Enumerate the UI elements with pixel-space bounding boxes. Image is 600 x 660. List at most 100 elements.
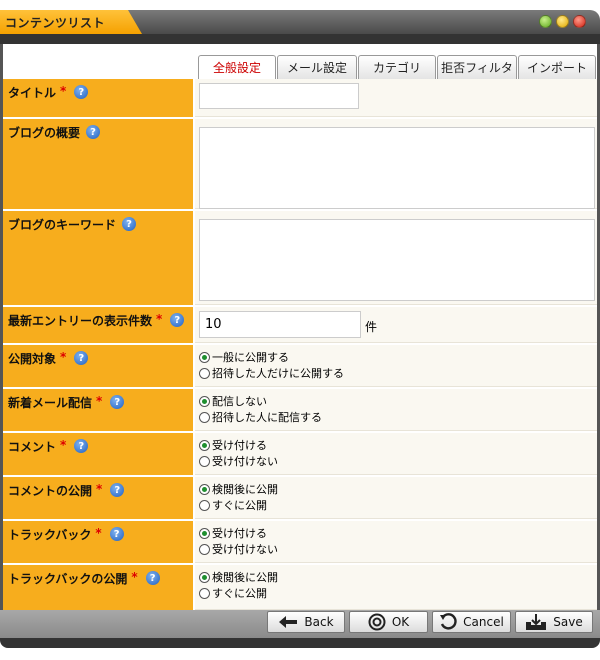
app-window: コンテンツリスト 全般設定 メール設定 カテゴリ 拒否フィルタ インポート タイ… [0,10,600,648]
radio-option[interactable]: 受け付ける [199,525,278,541]
radio-button[interactable] [199,527,210,539]
field-value: 検閲後に公開 すぐに公開 [195,565,597,610]
help-icon[interactable]: ? [74,439,89,453]
help-icon[interactable]: ? [170,313,185,327]
keywords-textarea[interactable] [199,219,595,301]
tab-label: インポート [526,61,587,75]
radio-button[interactable] [199,543,210,555]
tab-import[interactable]: インポート [518,55,596,79]
maximize-button[interactable] [556,15,569,28]
comment-publish-radio-group: 検閲後に公開 すぐに公開 [199,481,278,513]
row-new-mail: 新着メール配信 *? 配信しない 招待した人に配信する [3,389,597,433]
tab-mail[interactable]: メール設定 [277,55,357,79]
field-value: 一般に公開する 招待した人だけに公開する [195,345,597,387]
new-mail-radio-group: 配信しない 招待した人に配信する [199,393,322,425]
radio-option[interactable]: 招待した人に配信する [199,409,322,425]
save-button[interactable]: Save [515,611,593,633]
radio-button[interactable] [199,587,210,599]
title-bar: コンテンツリスト [0,10,600,34]
row-trackback-publish: トラックバックの公開 *? 検閲後に公開 すぐに公開 [3,565,597,610]
trackback-radio-group: 受け付ける 受け付けない [199,525,278,557]
required-mark: * [131,570,138,584]
help-icon[interactable]: ? [145,571,160,585]
field-label: コメントの公開 *? [3,477,193,519]
visibility-radio-group: 一般に公開する 招待した人だけに公開する [199,349,344,381]
radio-option[interactable]: 受け付けない [199,453,278,469]
radio-option[interactable]: すぐに公開 [199,497,278,513]
help-icon[interactable]: ? [74,351,89,365]
field-label: 新着メール配信 *? [3,389,193,431]
row-title: タイトル *? [3,79,597,119]
tab-bar: 全般設定 メール設定 カテゴリ 拒否フィルタ インポート [198,55,597,79]
field-value: 受け付ける 受け付けない [195,433,597,475]
radio-option[interactable]: すぐに公開 [199,585,278,601]
radio-option[interactable]: 招待した人だけに公開する [199,365,344,381]
help-icon[interactable]: ? [110,395,125,409]
radio-label: 受け付けない [212,455,278,468]
cancel-button[interactable]: Cancel [432,611,511,633]
help-icon[interactable]: ? [86,125,101,139]
tab-reject-filter[interactable]: 拒否フィルタ [437,55,517,79]
label-text: タイトル [8,86,57,100]
field-label: トラックバックの公開 *? [3,565,193,610]
radio-button[interactable] [199,499,210,511]
help-icon[interactable]: ? [109,527,124,541]
radio-option[interactable]: 一般に公開する [199,349,344,365]
minimize-button[interactable] [539,15,552,28]
tab-label: 拒否フィルタ [441,61,513,75]
entry-count-input[interactable] [199,311,361,338]
settings-panel: 全般設定 メール設定 カテゴリ 拒否フィルタ インポート タイトル *? ブログ… [3,44,597,610]
field-value [195,79,597,117]
close-button[interactable] [573,15,586,28]
row-trackback: トラックバック *? 受け付ける 受け付けない [3,521,597,565]
label-text: 公開対象 [8,352,57,366]
field-value [195,211,597,305]
field-value: 件 [195,307,597,343]
ok-button[interactable]: OK [349,611,428,633]
summary-textarea[interactable] [199,127,595,209]
row-keywords: ブログのキーワード? [3,211,597,307]
label-text: ブログのキーワード [8,218,117,232]
button-label: OK [391,615,410,629]
radio-button[interactable] [199,571,210,583]
required-mark: * [60,438,67,452]
undo-icon [439,613,457,631]
radio-button[interactable] [199,483,210,495]
title-input[interactable] [199,83,359,109]
radio-option[interactable]: 受け付ける [199,437,278,453]
radio-button[interactable] [199,439,210,451]
help-icon[interactable]: ? [74,85,89,99]
bottom-edge [0,638,600,648]
radio-label: 受け付ける [212,439,267,452]
radio-button[interactable] [199,367,210,379]
radio-option[interactable]: 受け付けない [199,541,278,557]
label-text: トラックバックの公開 [8,572,128,586]
top-divider [0,34,600,44]
tab-label: メール設定 [286,61,347,75]
field-value: 検閲後に公開 すぐに公開 [195,477,597,519]
tab-category[interactable]: カテゴリ [358,55,436,79]
radio-button[interactable] [199,351,210,363]
field-label: ブログの概要? [3,119,193,209]
radio-option[interactable]: 配信しない [199,393,322,409]
help-icon[interactable]: ? [122,217,137,231]
row-comment-publish: コメントの公開 *? 検閲後に公開 すぐに公開 [3,477,597,521]
radio-option[interactable]: 検閲後に公開 [199,481,278,497]
arrow-left-icon [278,615,298,629]
radio-button[interactable] [199,455,210,467]
label-text: ブログの概要 [8,126,81,140]
radio-label: すぐに公開 [212,499,267,512]
target-icon [368,613,386,631]
tab-label: カテゴリ [372,61,421,75]
radio-button[interactable] [199,411,210,423]
back-button[interactable]: Back [267,611,345,633]
field-label: ブログのキーワード? [3,211,193,305]
radio-label: 招待した人だけに公開する [212,367,344,380]
tab-general[interactable]: 全般設定 [198,55,276,79]
button-label: Back [304,615,334,629]
tab-label: 全般設定 [212,61,261,75]
button-label: Cancel [463,615,504,629]
radio-option[interactable]: 検閲後に公開 [199,569,278,585]
help-icon[interactable]: ? [110,483,125,497]
radio-button[interactable] [199,395,210,407]
